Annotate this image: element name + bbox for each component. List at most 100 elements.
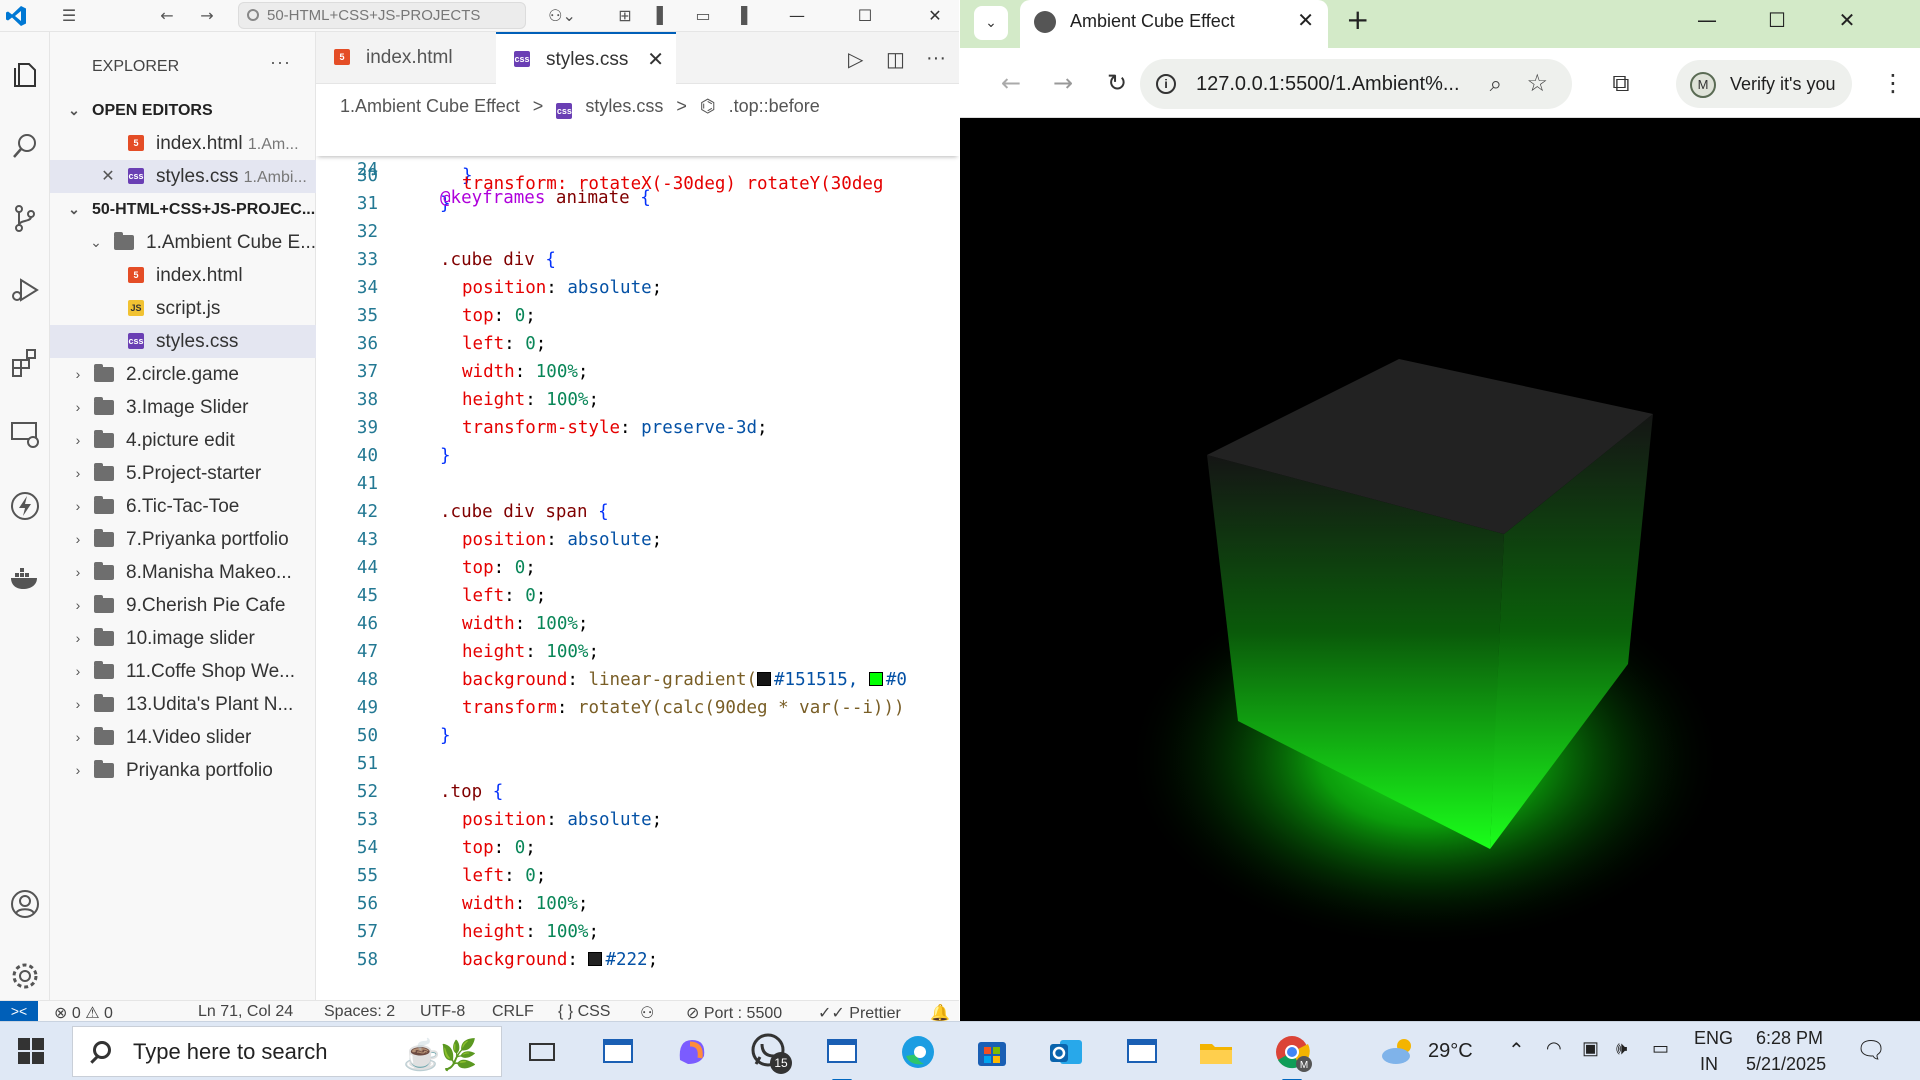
close-icon[interactable]: ✕ [100,160,116,193]
cursor-position[interactable]: Ln 71, Col 24 [198,1003,293,1021]
thunder-client-icon[interactable] [9,490,41,522]
problems-status[interactable]: ⊗ 0 ⚠ 0 [54,1003,113,1021]
folder-item[interactable]: › 7.Priyanka portfolio [50,523,316,556]
battery-icon[interactable]: ▭ [1652,1038,1669,1059]
tab-search-chevron-icon[interactable]: ⌄ [974,6,1008,40]
folder-item[interactable]: › 10.image slider [50,622,316,655]
bookmark-star-icon[interactable]: ☆ [1526,59,1548,109]
new-tab-plus-icon[interactable]: + [1346,0,1369,40]
remote-explorer-icon[interactable] [9,418,41,450]
folder-item[interactable]: › 5.Project-starter [50,457,316,490]
copilot-icon[interactable]: ⚇⌄ [544,6,580,26]
minimize-button[interactable]: — [1672,0,1742,40]
folder-item[interactable]: › 6.Tic-Tac-Toe [50,490,316,523]
language-status[interactable]: { } CSS [558,1003,610,1021]
tab-index-html[interactable]: 5 index.html [316,32,496,84]
extensions-icon[interactable] [9,346,41,378]
folder-item[interactable]: › 11.Coffe Shop We... [50,655,316,688]
edge-icon[interactable] [896,1030,940,1074]
more-actions-icon[interactable]: ··· [926,47,946,70]
region-indicator[interactable]: IN [1700,1054,1718,1075]
encoding-status[interactable]: UTF-8 [420,1003,465,1021]
prettier-status[interactable]: ✓✓ Prettier [818,1003,901,1021]
breadcrumb-file[interactable]: styles.css [585,96,663,116]
folder-item[interactable]: › 2.circle.game [50,358,316,391]
folder-item[interactable]: › 9.Cherish Pie Cafe [50,589,316,622]
docker-icon[interactable] [9,562,41,594]
indentation-status[interactable]: Spaces: 2 [324,1003,395,1021]
run-icon[interactable]: ▷ [848,47,863,72]
command-center[interactable]: 50-HTML+CSS+JS-PROJECTS [238,2,526,29]
forward-arrow-icon[interactable]: → [1046,66,1080,100]
folder-item[interactable]: › 3.Image Slider [50,391,316,424]
app-window-icon[interactable] [820,1030,864,1080]
chrome-icon[interactable]: M [1270,1030,1314,1080]
toggle-primary-sidebar-icon[interactable]: ▌ [652,6,674,26]
search-icon[interactable] [9,130,41,162]
clock-date[interactable]: 5/21/2025 [1746,1054,1826,1075]
close-button[interactable]: ✕ [1812,0,1882,40]
settings-gear-icon[interactable] [9,960,41,992]
open-editor-item[interactable]: 5 index.html 1.Am... [50,127,316,160]
file-item[interactable]: 5 index.html [50,259,316,292]
maximize-button[interactable]: ☐ [1742,0,1812,40]
customize-layout-icon[interactable]: ⊞ [614,6,636,26]
explorer-more-icon[interactable]: ··· [270,52,291,73]
folder-item[interactable]: ⌄ 1.Ambient Cube E... [50,226,316,259]
volume-icon[interactable]: 🕪 [1616,1038,1627,1059]
explorer-icon[interactable] [9,58,41,90]
site-info-icon[interactable]: i [1156,74,1176,94]
windows-start-icon[interactable] [18,1038,44,1064]
close-tab-icon[interactable]: ✕ [647,34,664,86]
remote-indicator-icon[interactable]: >< [0,1001,38,1021]
code-editor[interactable]: 24 @keyframes animate { transform: rotat… [316,128,959,1000]
reload-icon[interactable]: ↻ [1100,66,1134,100]
folder-item[interactable]: › 13.Udita's Plant N... [50,688,316,721]
clock-time[interactable]: 6:28 PM [1756,1028,1823,1049]
run-debug-icon[interactable] [9,274,41,306]
tab-styles-css[interactable]: css styles.css ✕ [496,32,676,84]
notification-center-icon[interactable]: 🗨 [1856,1036,1886,1065]
forward-arrow-icon[interactable]: → [196,6,218,26]
folder-item[interactable]: › 8.Manisha Makeo... [50,556,316,589]
app-window-icon[interactable] [596,1030,640,1074]
language-indicator[interactable]: ENG [1694,1028,1733,1049]
back-arrow-icon[interactable]: ← [994,66,1028,100]
close-button[interactable]: ✕ [912,0,958,32]
breadcrumb-folder[interactable]: 1.Ambient Cube Effect [340,96,520,116]
source-control-icon[interactable] [9,202,41,234]
open-editor-item[interactable]: ✕ css styles.css 1.Ambi... [50,160,316,193]
toggle-secondary-sidebar-icon[interactable]: ▐ [730,6,752,26]
workspace-section[interactable]: ⌄ 50-HTML+CSS+JS-PROJEC... [50,193,316,226]
account-icon[interactable] [9,888,41,920]
copilot-icon[interactable] [670,1030,714,1074]
app-window-icon[interactable] [1120,1030,1164,1074]
open-editors-section[interactable]: ⌄ OPEN EDITORS [50,94,316,127]
extensions-puzzle-icon[interactable]: ⧉ [1604,66,1638,100]
file-explorer-icon[interactable] [1194,1030,1238,1074]
wifi-icon[interactable]: ◠ [1546,1038,1562,1059]
folder-item[interactable]: › Priyanka portfolio [50,754,316,787]
minimize-button[interactable]: — [774,0,820,32]
copilot-status-icon[interactable]: ⚇ [640,1003,654,1021]
meet-icon[interactable]: ▣ [1582,1038,1599,1059]
notifications-bell-icon[interactable]: 🔔 [930,1003,950,1021]
address-bar[interactable]: i 127.0.0.1:5500/1.Ambient%... ⌕ ☆ [1140,59,1572,109]
breadcrumb-symbol[interactable]: .top::before [729,96,820,116]
menu-icon[interactable]: ☰ [58,6,80,26]
more-menu-icon[interactable]: ⋮ [1876,66,1910,100]
folder-item[interactable]: › 14.Video slider [50,721,316,754]
verify-profile-button[interactable]: M Verify it's you [1676,60,1852,108]
back-arrow-icon[interactable]: ← [156,6,178,26]
color-swatch[interactable] [757,672,772,686]
split-editor-icon[interactable]: ◫ [886,47,905,72]
live-server-status[interactable]: ⊘ Port : 5500 [686,1003,782,1021]
taskbar-search-input[interactable]: Type here to search ☕🌿 [72,1026,502,1077]
file-item[interactable]: JS script.js [50,292,316,325]
whatsapp-icon[interactable]: 15 [746,1030,792,1074]
color-swatch[interactable] [868,672,883,686]
zoom-icon[interactable]: ⌕ [1490,59,1502,109]
file-item[interactable]: css styles.css [50,325,316,358]
chevron-up-icon[interactable]: ⌃ [1508,1038,1525,1063]
toggle-panel-icon[interactable]: ▭ [692,6,714,26]
